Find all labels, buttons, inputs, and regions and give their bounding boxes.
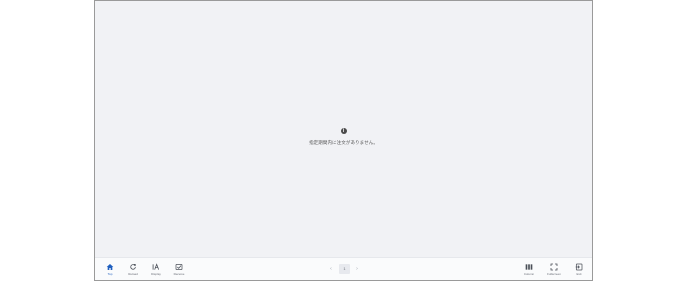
receive-check-icon [175, 263, 183, 271]
receive-label: Receive [173, 272, 185, 276]
exit-icon [575, 263, 583, 271]
pagination: ‹ 1 › [327, 264, 363, 274]
column-button[interactable]: Column [518, 263, 540, 277]
home-icon [106, 264, 114, 270]
info-icon: i [340, 128, 347, 134]
display-label: Display [151, 272, 161, 276]
empty-state: i 指定期間内に注文がありません。 [95, 119, 592, 146]
exit-button[interactable]: Exit [568, 263, 590, 277]
fullscreen-label: Fullscreen [547, 272, 561, 276]
current-page[interactable]: 1 [339, 264, 350, 274]
exit-label: Exit [576, 272, 582, 276]
top-label: Top [107, 272, 113, 276]
fullscreen-button[interactable]: Fullscreen [543, 263, 565, 277]
empty-message: 指定期間内に注文がありません。 [309, 140, 378, 145]
display-button[interactable]: Display [145, 263, 167, 277]
fullscreen-icon [550, 263, 558, 271]
top-button[interactable]: Top [99, 263, 121, 277]
app-window: i 指定期間内に注文がありません。 Top Reload Display Rec… [94, 0, 593, 281]
receive-button[interactable]: Receive [168, 263, 190, 277]
columns-icon [525, 264, 533, 270]
column-label: Column [523, 272, 535, 276]
refresh-icon [130, 264, 136, 270]
prev-page-button[interactable]: ‹ [327, 264, 335, 274]
reload-label: Reload [128, 272, 138, 276]
reload-button[interactable]: Reload [122, 263, 144, 277]
next-page-button[interactable]: › [353, 264, 361, 274]
text-size-icon [152, 263, 160, 270]
bottom-toolbar: Top Reload Display Receive ‹ 1 › Column … [95, 257, 592, 280]
